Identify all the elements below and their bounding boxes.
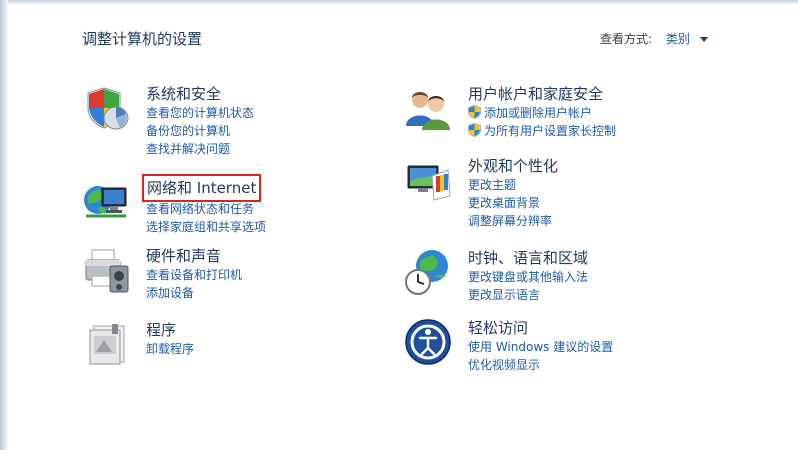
link-add-remove-accounts[interactable]: 添加或删除用户帐户 xyxy=(468,104,616,122)
link-uninstall-program[interactable]: 卸载程序 xyxy=(146,340,194,358)
window-left-edge xyxy=(0,0,8,450)
category-title[interactable]: 程序 xyxy=(146,320,176,340)
link-change-input-method[interactable]: 更改键盘或其他输入法 xyxy=(468,268,588,286)
clock-globe-icon[interactable] xyxy=(404,248,452,296)
shield-security-icon[interactable] xyxy=(82,84,130,132)
link-optimize-video-display[interactable]: 优化视频显示 xyxy=(468,356,613,374)
view-by-control: 查看方式: 类别 xyxy=(600,30,708,47)
link-add-remove-accounts-label[interactable]: 添加或删除用户帐户 xyxy=(484,106,592,120)
view-by-label: 查看方式: xyxy=(600,32,653,46)
link-view-network-status[interactable]: 查看网络状态和任务 xyxy=(146,200,266,218)
category-title[interactable]: 用户帐户和家庭安全 xyxy=(468,84,603,104)
view-by-dropdown[interactable]: 类别 xyxy=(666,32,690,46)
ease-of-access-icon[interactable] xyxy=(404,318,452,366)
link-view-computer-status[interactable]: 查看您的计算机状态 xyxy=(146,104,254,122)
programs-icon[interactable] xyxy=(82,320,130,368)
category-title[interactable]: 系统和安全 xyxy=(146,84,221,104)
printer-icon[interactable] xyxy=(82,246,130,294)
link-change-desktop-background[interactable]: 更改桌面背景 xyxy=(468,194,558,212)
network-globe-icon[interactable] xyxy=(82,178,130,226)
chevron-down-icon[interactable] xyxy=(699,37,708,42)
users-icon[interactable] xyxy=(404,84,452,132)
link-parental-controls[interactable]: 为所有用户设置家长控制 xyxy=(468,122,616,140)
control-panel-window: 调整计算机的设置 查看方式: 类别 系统和安全 查看您的计算机状态 备份您的计算… xyxy=(0,0,798,450)
page-title: 调整计算机的设置 xyxy=(82,30,203,48)
link-add-device[interactable]: 添加设备 xyxy=(146,284,242,302)
link-adjust-resolution[interactable]: 调整屏幕分辨率 xyxy=(468,212,558,230)
link-troubleshoot[interactable]: 查找并解决问题 xyxy=(146,140,254,158)
link-windows-recommended-settings[interactable]: 使用 Windows 建议的设置 xyxy=(468,338,613,356)
category-title[interactable]: 时钟、语言和区域 xyxy=(468,248,588,268)
window-top-edge xyxy=(0,0,798,4)
link-backup-computer[interactable]: 备份您的计算机 xyxy=(146,122,254,140)
appearance-icon[interactable] xyxy=(404,156,452,204)
link-parental-controls-label[interactable]: 为所有用户设置家长控制 xyxy=(484,124,616,138)
link-change-display-language[interactable]: 更改显示语言 xyxy=(468,286,588,304)
uac-shield-icon xyxy=(468,123,481,137)
uac-shield-icon xyxy=(468,105,481,119)
link-change-theme[interactable]: 更改主题 xyxy=(468,176,558,194)
category-title[interactable]: 网络和 Internet xyxy=(141,174,262,202)
category-title[interactable]: 外观和个性化 xyxy=(468,156,558,176)
category-title[interactable]: 轻松访问 xyxy=(468,318,528,338)
link-devices-printers[interactable]: 查看设备和打印机 xyxy=(146,266,242,284)
link-homegroup-sharing[interactable]: 选择家庭组和共享选项 xyxy=(146,218,266,236)
category-title[interactable]: 硬件和声音 xyxy=(146,246,221,266)
